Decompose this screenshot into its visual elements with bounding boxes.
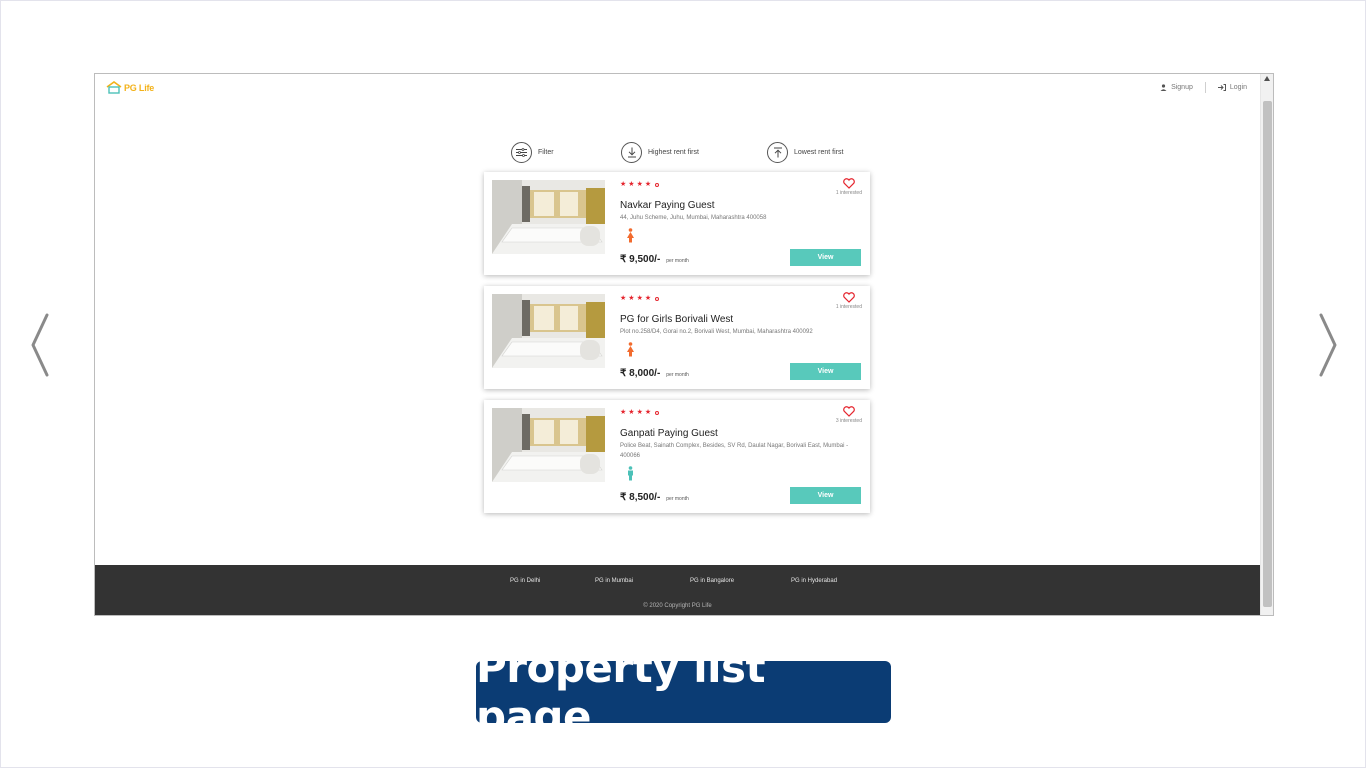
rent-unit: per month bbox=[666, 258, 689, 264]
property-name: Ganpati Paying Guest bbox=[620, 428, 718, 439]
sort-highest-rent-button[interactable]: Highest rent first bbox=[621, 142, 699, 163]
property-card: ★ ★ ★ ★ 1 interested PG for Girls Boriva… bbox=[484, 286, 870, 389]
view-property-button[interactable]: View bbox=[790, 487, 861, 504]
filter-icon bbox=[511, 142, 532, 163]
star-icon: ★ bbox=[636, 409, 643, 416]
logo[interactable]: PG Life bbox=[106, 81, 154, 94]
rating-stars: ★ ★ ★ ★ bbox=[620, 295, 660, 302]
website-screenshot-frame: PG Life Signup Login Filter Highest rent… bbox=[94, 73, 1274, 616]
header-auth-links: Signup Login bbox=[1160, 82, 1247, 93]
empty-star-icon bbox=[655, 410, 660, 415]
interested-count: 3 interested bbox=[835, 418, 862, 424]
star-icon: ★ bbox=[636, 295, 643, 302]
rating-stars: ★ ★ ★ ★ bbox=[620, 181, 660, 188]
scroll-up-arrow-icon[interactable] bbox=[1264, 76, 1270, 81]
rating-stars: ★ ★ ★ ★ bbox=[620, 409, 660, 416]
property-name: Navkar Paying Guest bbox=[620, 200, 715, 211]
property-image[interactable] bbox=[492, 294, 605, 368]
header-divider bbox=[1204, 82, 1206, 93]
star-icon: ★ bbox=[628, 295, 635, 302]
footer-link-bangalore[interactable]: PG in Bangalore bbox=[690, 578, 734, 584]
star-icon: ★ bbox=[628, 181, 635, 188]
scrollbar-thumb[interactable] bbox=[1263, 101, 1272, 607]
interested-toggle[interactable]: 1 interested bbox=[836, 292, 862, 310]
highest-rent-label: Highest rent first bbox=[648, 149, 699, 156]
footer-link-hyderabad[interactable]: PG in Hyderabad bbox=[791, 578, 837, 584]
star-icon: ★ bbox=[636, 181, 643, 188]
sort-lowest-rent-button[interactable]: Lowest rent first bbox=[767, 142, 843, 163]
caption-text: Property list page bbox=[476, 643, 766, 741]
female-icon bbox=[627, 342, 634, 357]
footer-link-delhi[interactable]: PG in Delhi bbox=[510, 578, 540, 584]
property-address: Plot no.258/D4, Gorai no.2, Borivali Wes… bbox=[620, 329, 813, 335]
login-label: Login bbox=[1229, 84, 1247, 91]
star-icon: ★ bbox=[620, 181, 627, 188]
sort-descending-icon bbox=[621, 142, 642, 163]
property-name: PG for Girls Borivali West bbox=[620, 314, 734, 325]
rent-amount: ₹ 9,500/- bbox=[620, 254, 661, 265]
previous-slide-arrow-icon[interactable] bbox=[29, 313, 53, 377]
star-icon: ★ bbox=[628, 409, 635, 416]
property-card: ★ ★ ★ ★ 3 interested Ganpati Paying Gues… bbox=[484, 400, 870, 513]
star-icon: ★ bbox=[644, 181, 652, 188]
slide-caption: Property list page bbox=[476, 643, 891, 741]
rent-unit: per month bbox=[666, 496, 689, 502]
signup-link[interactable]: Signup bbox=[1160, 84, 1193, 91]
filter-label: Filter bbox=[538, 149, 554, 156]
unisex-icon bbox=[628, 466, 633, 481]
star-icon: ★ bbox=[644, 295, 652, 302]
property-address: 44, Juhu Scheme, Juhu, Mumbai, Maharasht… bbox=[620, 215, 767, 221]
interested-toggle[interactable]: 1 interested bbox=[836, 178, 862, 196]
interested-toggle[interactable]: 3 interested bbox=[836, 406, 862, 424]
filter-button[interactable]: Filter bbox=[511, 142, 554, 163]
heart-icon bbox=[843, 406, 855, 417]
user-icon bbox=[1160, 84, 1167, 91]
rent-info: ₹ 8,500/- per month bbox=[620, 492, 689, 503]
next-slide-arrow-icon[interactable] bbox=[1315, 313, 1339, 377]
rent-unit: per month bbox=[666, 372, 689, 378]
star-icon: ★ bbox=[644, 409, 652, 416]
interested-count: 1 interested bbox=[835, 190, 862, 196]
property-image[interactable] bbox=[492, 180, 605, 254]
house-logo-icon bbox=[106, 81, 122, 94]
lowest-rent-label: Lowest rent first bbox=[794, 149, 844, 156]
rent-amount: ₹ 8,000/- bbox=[620, 368, 661, 379]
interested-count: 1 interested bbox=[835, 304, 862, 310]
logo-text: PG Life bbox=[124, 82, 155, 93]
site-footer: PG in Delhi PG in Mumbai PG in Bangalore… bbox=[95, 565, 1260, 615]
rent-amount: ₹ 8,500/- bbox=[620, 492, 661, 503]
property-card: ★ ★ ★ ★ 1 interested Navkar Paying Guest… bbox=[484, 172, 870, 275]
property-list-page: PG Life Signup Login Filter Highest rent… bbox=[95, 74, 1260, 615]
copyright-text: © 2020 Copyright PG Life bbox=[643, 603, 712, 609]
heart-icon bbox=[843, 292, 855, 303]
star-icon: ★ bbox=[620, 295, 627, 302]
sign-in-icon bbox=[1217, 84, 1226, 91]
half-star-icon bbox=[655, 182, 660, 187]
property-address: Police Beat, Sainath Complex, Besides, S… bbox=[620, 443, 849, 459]
rent-info: ₹ 8,000/- per month bbox=[620, 368, 689, 379]
view-property-button[interactable]: View bbox=[790, 363, 861, 380]
half-star-icon bbox=[655, 296, 660, 301]
rent-info: ₹ 9,500/- per month bbox=[620, 254, 689, 265]
vertical-scrollbar[interactable] bbox=[1260, 74, 1273, 615]
star-icon: ★ bbox=[620, 409, 627, 416]
heart-icon bbox=[843, 178, 855, 189]
female-icon bbox=[627, 228, 634, 243]
property-image[interactable] bbox=[492, 408, 605, 482]
view-property-button[interactable]: View bbox=[790, 249, 861, 266]
sort-filter-bar: Filter Highest rent first Lowest rent fi… bbox=[511, 142, 851, 166]
sort-ascending-icon bbox=[767, 142, 788, 163]
signup-label: Signup bbox=[1171, 84, 1193, 91]
login-link[interactable]: Login bbox=[1217, 84, 1247, 91]
footer-link-mumbai[interactable]: PG in Mumbai bbox=[595, 578, 633, 584]
